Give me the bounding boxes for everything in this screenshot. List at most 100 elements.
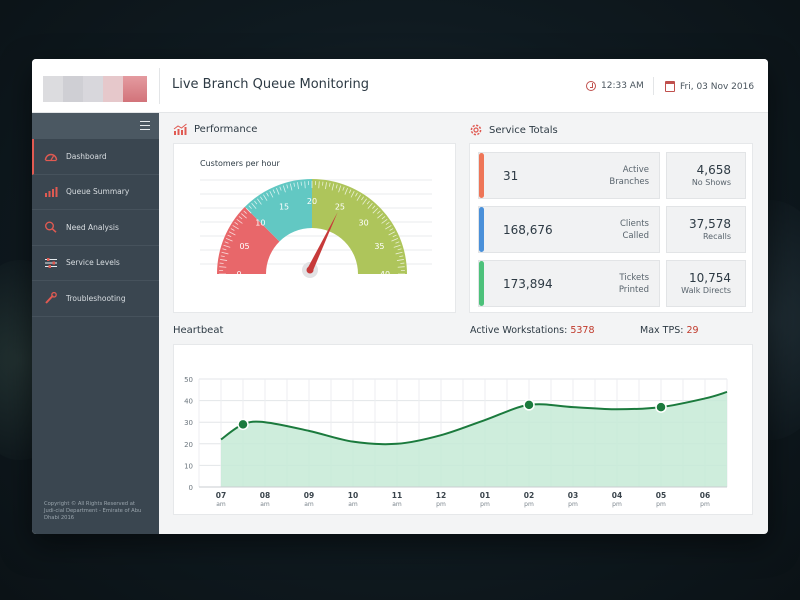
stat-label-line1: Clients — [619, 218, 649, 229]
sidebar-item-label: Queue Summary — [66, 187, 130, 197]
x-tick-label-period: am — [304, 501, 314, 508]
stat-color-bar — [479, 261, 484, 306]
stat-walk-directs: 10,754 Walk Directs — [666, 260, 746, 307]
y-tick-label: 10 — [184, 462, 193, 470]
customers-gauge: 0 05 10 15 20 25 30 35 40 — [200, 179, 432, 279]
stat-color-bar — [479, 153, 484, 198]
sidebar-item-label: Need Analysis — [66, 222, 119, 232]
max-tps: Max TPS: 29 — [640, 325, 699, 336]
stat-label-line2: Called — [622, 230, 650, 241]
x-tick-label-period: pm — [524, 501, 534, 508]
stat-clients-called: 168,676 Clients Called — [478, 206, 660, 253]
stat-label: Active Branches — [609, 153, 649, 198]
gear-icon — [470, 124, 482, 136]
gauge-needle-pivot — [306, 266, 314, 274]
max-tps-label: Max TPS: — [640, 325, 684, 336]
active-workstations: Active Workstations: 5378 — [470, 325, 595, 336]
sidebar-item-need-analysis[interactable]: Need Analysis — [32, 210, 159, 246]
x-tick-label-hour: 04 — [612, 491, 622, 500]
y-tick-label: 30 — [184, 419, 193, 427]
service-totals-heading: Service Totals — [469, 123, 558, 137]
performance-card: Customers per hour 0 05 10 15 20 25 30 35 40 — [173, 143, 456, 313]
heartbeat-chart: 0102030405007am08am09am10am11am12pm01pm0… — [184, 376, 728, 508]
sidebar-item-dashboard[interactable]: Dashboard — [32, 139, 159, 175]
chart-marker — [237, 418, 249, 431]
sidebar-item-service-levels[interactable]: Service Levels — [32, 246, 159, 281]
page-title: Live Branch Queue Monitoring — [172, 77, 370, 92]
chart-marker — [655, 401, 667, 413]
clock-icon — [586, 81, 596, 91]
menu-toggle-icon[interactable] — [140, 121, 150, 130]
gauge-tick-label: 15 — [279, 203, 289, 212]
x-tick-label-hour: 06 — [700, 491, 710, 500]
header-divider-2 — [653, 77, 654, 95]
y-tick-label: 20 — [184, 441, 193, 449]
x-tick-label-period: am — [348, 501, 358, 508]
bar-chart-icon — [45, 186, 58, 197]
stat-label-line1: Tickets — [619, 272, 649, 283]
stat-label-line2: Printed — [618, 284, 649, 295]
gauge-tick-label: 05 — [239, 242, 249, 251]
dashboard-window: Live Branch Queue Monitoring 12:33 AM Fr… — [32, 59, 768, 534]
service-totals-title: Service Totals — [489, 124, 558, 136]
y-tick-label: 40 — [184, 398, 193, 406]
search-icon — [45, 221, 57, 234]
stat-label: No Shows — [691, 178, 731, 187]
stat-tickets-printed: 173,894 Tickets Printed — [478, 260, 660, 307]
stat-label: Walk Directs — [681, 286, 731, 295]
y-tick-label: 50 — [184, 376, 193, 384]
gauge-icon — [44, 154, 58, 162]
sidebar: Dashboard Queue Summary Need Analysis Se… — [32, 113, 159, 534]
stat-recalls: 37,578 Recalls — [666, 206, 746, 253]
stat-value: 4,658 — [696, 163, 731, 177]
gauge-tick-label: 20 — [307, 197, 317, 206]
heartbeat-card: 0 10 20 30 40 50 07 am 08 am 09 am 10 am 11 am 12 pm 01 pm 0… — [173, 344, 753, 515]
gauge-tick — [304, 181, 306, 189]
x-tick-label-period: am — [260, 501, 270, 508]
stat-value: 168,676 — [503, 222, 553, 237]
stat-value: 10,754 — [689, 271, 731, 285]
x-tick-label-hour: 03 — [568, 491, 578, 500]
gauge-tick — [219, 266, 227, 268]
x-tick-label-hour: 10 — [348, 491, 358, 500]
active-workstations-label: Active Workstations: — [470, 325, 568, 336]
stat-no-shows: 4,658 No Shows — [666, 152, 746, 199]
sidebar-item-label: Dashboard — [66, 151, 107, 161]
header-divider — [159, 68, 160, 104]
sidebar-item-queue-summary[interactable]: Queue Summary — [32, 175, 159, 210]
x-tick-label-hour: 02 — [524, 491, 534, 500]
stat-value: 173,894 — [503, 276, 553, 291]
gauge-tick-label: 10 — [255, 218, 265, 227]
gauge-tick-label: 25 — [335, 203, 345, 212]
stat-label: Recalls — [702, 232, 731, 241]
trend-chart-icon — [173, 123, 187, 135]
x-tick-label-period: pm — [700, 501, 710, 508]
date-display: Fri, 03 Nov 2016 — [665, 81, 754, 92]
stat-color-bar — [479, 207, 484, 252]
x-tick-label-hour: 05 — [656, 491, 666, 500]
stat-label-line2: Branches — [609, 176, 649, 187]
x-tick-label-hour: 11 — [392, 491, 402, 500]
max-tps-value: 29 — [686, 325, 699, 336]
chart-marker — [523, 399, 535, 411]
clock: 12:33 AM — [586, 81, 644, 91]
x-tick-label-period: pm — [656, 501, 666, 508]
wrench-icon — [45, 292, 57, 304]
sidebar-item-troubleshooting[interactable]: Troubleshooting — [32, 281, 159, 317]
performance-heading: Performance — [173, 123, 257, 136]
x-tick-label-hour: 12 — [436, 491, 446, 500]
header-bar: Live Branch Queue Monitoring 12:33 AM Fr… — [32, 59, 768, 113]
y-tick-label: 0 — [189, 484, 193, 492]
x-tick-label-period: pm — [612, 501, 622, 508]
x-tick-label-period: pm — [480, 501, 490, 508]
x-tick-label-hour: 01 — [480, 491, 490, 500]
gauge-tick-label: 0 — [236, 270, 241, 279]
stat-value: 31 — [503, 168, 519, 183]
heartbeat-heading: Heartbeat — [173, 325, 223, 336]
stat-label: Clients Called — [620, 207, 649, 252]
copyright-text: Copyright © All Rights Reserved at Judi-… — [44, 501, 142, 521]
stat-value: 37,578 — [689, 217, 731, 231]
x-tick-label-period: pm — [436, 501, 446, 508]
x-tick-label-period: am — [392, 501, 402, 508]
gauge-tick — [397, 266, 405, 268]
